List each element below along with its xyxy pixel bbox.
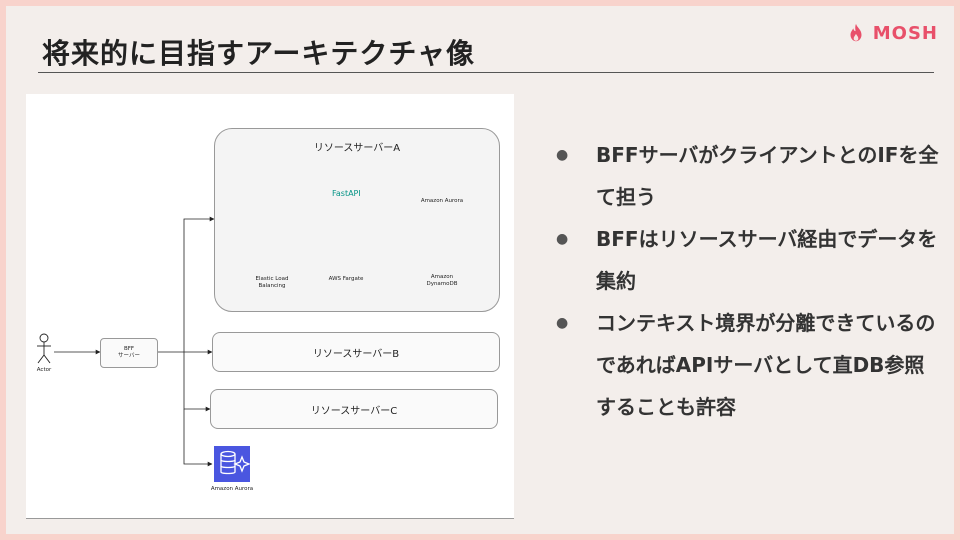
bff-server-label-line1: BFF [123,346,135,352]
bullet-item: BFFはリソースサーバ経由でデータを集約 [554,218,944,302]
dynamodb-label-line1: Amazon [430,274,454,280]
brand-logo: MOSH [845,22,938,44]
resource-server-b-label: リソースサーバーB [312,348,400,360]
bff-server-label-line2: サーバー [118,353,140,359]
elb-label-line2: Balancing [258,283,286,289]
slide-title: 将来的に目指すアーキテクチャ像 [42,37,476,70]
arrow-bff-to-server-a [183,216,215,352]
arrow-bff-to-aurora [183,409,213,467]
resource-server-a-label: リソースサーバーA [313,143,401,154]
arrow-bff-to-server-c [183,352,211,412]
elb-label-line1: Elastic Load [255,276,289,282]
elb-label: Elastic Load Balancing [246,276,298,290]
fargate-label: AWS Fargate [328,276,364,282]
bullet-list: BFFサーバがクライアントとのIFを全て担う BFFはリソースサーバ経由でデータ… [554,134,944,428]
aurora-label: Amazon Aurora [420,198,464,204]
fastapi-label: FastAPI [332,189,361,198]
architecture-diagram: リソースサーバーA BFF サーバー リソースサーバーB リソースサーバーC A… [26,94,514,519]
dynamodb-label: Amazon DynamoDB [416,274,468,288]
bullet-item: BFFサーバがクライアントとのIFを全て担う [554,134,944,218]
aurora-bottom-label: Amazon Aurora [210,486,254,492]
resource-server-b: リソースサーバーB [212,332,500,372]
actor-label: Actor [36,367,52,373]
aurora-bottom-icon [214,446,251,482]
bullet-item: コンテキスト境界が分離できているのであればAPIサーバとして直DB参照することも… [554,302,944,428]
resource-server-c-label: リソースサーバーC [310,405,398,417]
flame-icon [850,23,862,42]
actor-icon [37,333,51,364]
slide: 将来的に目指すアーキテクチャ像 MOSH リソースサーバーA BFF サーバー … [0,0,960,540]
title-divider [38,72,934,73]
dynamodb-label-line2: DynamoDB [426,281,458,287]
bff-server-box: BFF サーバー [100,338,158,368]
resource-server-c: リソースサーバーC [210,389,498,429]
slide-content: 将来的に目指すアーキテクチャ像 MOSH リソースサーバーA BFF サーバー … [6,6,954,534]
brand-name: MOSH [872,22,938,44]
